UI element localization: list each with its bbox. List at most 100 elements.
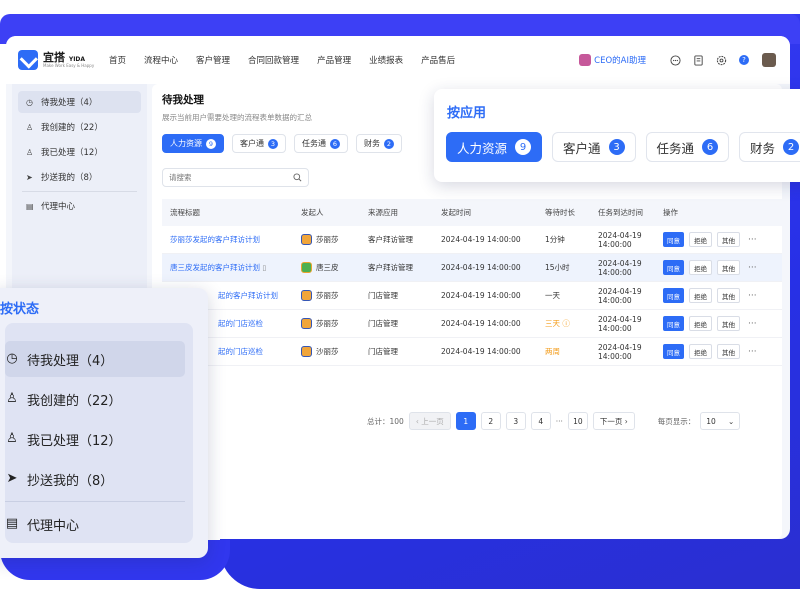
table-row[interactable]: 起的门店巡检 沙丽莎 门店管理 2024-04-19 14:00:00 两周 2…: [162, 338, 782, 366]
page-subtitle: 展示当前用户需要处理的流程表单数据的汇总: [162, 113, 312, 122]
other-button[interactable]: 其他: [717, 316, 740, 331]
app-tab-hr[interactable]: 人力资源 9: [446, 132, 543, 162]
sidebar-item-pending[interactable]: ◷ 待我处理（4）: [18, 91, 141, 113]
other-button[interactable]: 其他: [717, 344, 740, 359]
col-wait: 等待时长: [545, 208, 575, 217]
chat-icon[interactable]: [667, 52, 683, 68]
process-table: 流程标题 发起人 来源应用 发起时间 等待时长 任务到达时间 操作 莎丽莎发起的…: [162, 199, 782, 366]
nav-home[interactable]: 首页: [100, 54, 135, 66]
ai-assistant-link[interactable]: CEO的AI助理: [594, 54, 646, 66]
main-nav: 首页 流程中心 客户管理 合同回款管理 产品管理 业绩报表 产品售后: [100, 54, 464, 66]
agree-button[interactable]: 同意: [663, 232, 684, 247]
agree-button[interactable]: 同意: [663, 288, 684, 303]
more-icon[interactable]: ···: [748, 235, 757, 245]
nav-process-center[interactable]: 流程中心: [135, 54, 187, 66]
process-title-link[interactable]: 起的客户拜访计划: [218, 291, 278, 300]
table-row[interactable]: 莎丽莎发起的客户拜访计划 莎丽莎 客户拜访管理 2024-04-19 14:00…: [162, 226, 782, 254]
agent-icon: ▤: [26, 201, 34, 211]
reject-button[interactable]: 拒绝: [689, 316, 712, 331]
settings-icon[interactable]: [713, 52, 729, 68]
app-tab-customer[interactable]: 客户通 3: [552, 132, 636, 162]
table-row[interactable]: 起的客户拜访计划 莎丽莎 门店管理 2024-04-19 14:00:00 一天…: [162, 282, 782, 310]
page-4[interactable]: 4: [530, 412, 551, 430]
filter-tab-task[interactable]: 任务通 6: [294, 134, 348, 153]
other-button[interactable]: 其他: [717, 232, 740, 247]
app-logo[interactable]: 宜搭 YIDA Make Work Easy & Happy: [18, 50, 100, 70]
table-row[interactable]: 唐三皮发起的客户拜访计划 ▯ 唐三皮 客户拜访管理 2024-04-19 14:…: [162, 254, 782, 282]
agree-button[interactable]: 同意: [663, 344, 684, 359]
other-button[interactable]: 其他: [717, 288, 740, 303]
nav-contract[interactable]: 合同回款管理: [239, 54, 308, 66]
page-title: 待我处理: [162, 94, 204, 106]
filter-tab-hr[interactable]: 人力资源 9: [162, 134, 224, 153]
app-tab-finance[interactable]: 财务 2: [739, 132, 800, 162]
process-title-link[interactable]: 莎丽莎发起的客户拜访计划: [170, 235, 260, 244]
nav-customer[interactable]: 客户管理: [187, 54, 239, 66]
per-page-select[interactable]: 10 ⌄: [700, 412, 741, 430]
reject-button[interactable]: 拒绝: [689, 232, 712, 247]
avatar: [301, 290, 312, 302]
app-filter-card: 按应用 人力资源 9 客户通 3 任务通 6 财务 2: [434, 89, 800, 182]
chevron-down-icon: ⌄: [727, 416, 735, 426]
table-row[interactable]: 起的门店巡检 莎丽莎 门店管理 2024-04-19 14:00:00 三天 ⓘ…: [162, 310, 782, 338]
process-title-link[interactable]: 唐三皮发起的客户拜访计划: [170, 263, 260, 272]
search-input[interactable]: [169, 173, 293, 182]
logo-icon: [18, 50, 38, 70]
search-box: [162, 168, 309, 187]
warning-icon: ⓘ: [562, 319, 570, 328]
agree-button[interactable]: 同意: [663, 316, 684, 331]
page-ellipsis[interactable]: ···: [556, 417, 563, 426]
sidebar-item-agent[interactable]: ▤ 代理中心: [18, 195, 141, 217]
user-check-icon: ♙: [6, 431, 18, 446]
reject-button[interactable]: 拒绝: [689, 260, 712, 275]
reject-button[interactable]: 拒绝: [689, 344, 712, 359]
count-badge: 2: [384, 138, 394, 149]
status-list: ◷ 待我处理（4） ♙ 我创建的（22） ♙ 我已处理（12） ➤ 抄送我的（8…: [5, 323, 193, 543]
sidebar-item-cc[interactable]: ➤ 抄送我的（8）: [18, 166, 141, 188]
process-title-link[interactable]: 起的门店巡检: [218, 347, 263, 356]
status-item-created[interactable]: ♙ 我创建的（22）: [5, 381, 185, 417]
status-item-pending[interactable]: ◷ 待我处理（4）: [5, 341, 185, 377]
app-tab-task[interactable]: 任务通 6: [645, 132, 730, 162]
more-icon[interactable]: ···: [748, 263, 757, 273]
status-item-cc[interactable]: ➤ 抄送我的（8）: [5, 461, 185, 497]
sidebar-item-handled[interactable]: ♙ 我已处理（12）: [18, 141, 141, 163]
search-icon[interactable]: [293, 173, 302, 182]
user-create-icon: ♙: [6, 391, 18, 406]
top-navbar: 宜搭 YIDA Make Work Easy & Happy 首页 流程中心 客…: [6, 36, 790, 84]
page-2[interactable]: 2: [480, 412, 501, 430]
filter-tab-customer[interactable]: 客户通 3: [232, 134, 286, 153]
reject-button[interactable]: 拒绝: [689, 288, 712, 303]
status-item-agent[interactable]: ▤ 代理中心: [5, 506, 185, 542]
avatar: [301, 318, 312, 330]
logo-tagline: Make Work Easy & Happy: [43, 63, 95, 68]
nav-report[interactable]: 业绩报表: [360, 54, 412, 66]
more-icon[interactable]: ···: [748, 291, 757, 301]
status-divider: [5, 501, 185, 502]
process-title-link[interactable]: 起的门店巡检: [218, 319, 263, 328]
page-10[interactable]: 10: [567, 412, 588, 430]
status-item-handled[interactable]: ♙ 我已处理（12）: [5, 421, 185, 457]
count-badge: 6: [330, 138, 340, 149]
sidebar-item-created[interactable]: ♙ 我创建的（22）: [18, 116, 141, 138]
document-icon[interactable]: [690, 52, 706, 68]
nav-product[interactable]: 产品管理: [308, 54, 360, 66]
other-button[interactable]: 其他: [717, 260, 740, 275]
chevron-right-icon: ›: [622, 416, 628, 426]
ai-avatar-icon: [579, 54, 592, 66]
user-avatar[interactable]: [762, 53, 776, 67]
col-actions: 操作: [663, 208, 678, 217]
app-card-tabs: 人力资源 9 客户通 3 任务通 6 财务 2: [446, 132, 800, 162]
filter-tab-finance[interactable]: 财务 2: [356, 134, 402, 153]
more-icon[interactable]: ···: [748, 319, 757, 329]
status-filter-card: 按状态 ◷ 待我处理（4） ♙ 我创建的（22） ♙ 我已处理（12） ➤ 抄送…: [0, 288, 208, 558]
avatar: [301, 234, 312, 246]
page-3[interactable]: 3: [505, 412, 526, 430]
agree-button[interactable]: 同意: [663, 260, 684, 275]
help-icon[interactable]: ?: [736, 52, 752, 68]
page-1[interactable]: 1: [455, 412, 476, 430]
more-icon[interactable]: ···: [748, 347, 757, 357]
nav-aftersales[interactable]: 产品售后: [412, 54, 464, 66]
prev-page-button[interactable]: ‹ 上一页: [408, 412, 451, 430]
next-page-button[interactable]: 下一页 ›: [592, 412, 635, 430]
